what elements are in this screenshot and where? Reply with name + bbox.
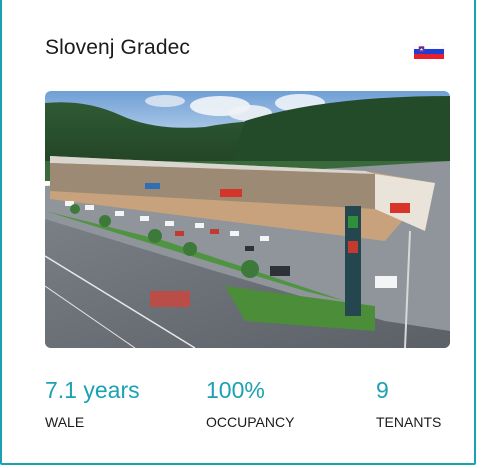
stat-wale: 7.1 years WALE — [45, 376, 140, 430]
stat-label: OCCUPANCY — [206, 414, 295, 430]
stat-label: TENANTS — [376, 414, 442, 430]
stat-label: WALE — [45, 414, 85, 430]
property-title: Slovenj Gradec — [45, 36, 190, 59]
property-stats: 7.1 years WALE 100% OCCUPANCY 9 TENANTS — [45, 376, 455, 436]
stat-occupancy: 100% OCCUPANCY — [206, 376, 294, 430]
slovenia-flag-icon — [414, 44, 444, 59]
property-photo — [45, 91, 450, 348]
stat-value: 9 — [376, 377, 389, 403]
stat-tenants: 9 TENANTS — [376, 376, 441, 430]
property-card[interactable]: Slovenj Gradec 7.1 years WALE 100% OCCUP… — [0, 0, 476, 465]
stat-value: 100% — [206, 377, 265, 403]
stat-value: 7.1 years — [45, 377, 140, 403]
